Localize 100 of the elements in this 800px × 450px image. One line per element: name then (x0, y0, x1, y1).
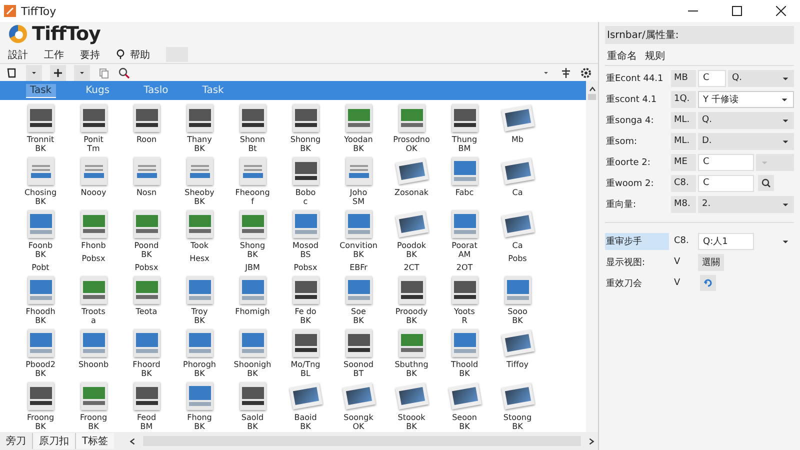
dropdown[interactable]: Y 千修读 (698, 90, 794, 108)
file-item[interactable]: Troy BK (173, 276, 226, 325)
file-item[interactable]: Fhoord BK (120, 329, 173, 378)
file-item[interactable]: Mosod BS Pobsx (279, 210, 332, 272)
file-item[interactable]: Convition BK EBFr (332, 210, 385, 272)
file-item[interactable]: Fhonb Pobsx (67, 210, 120, 272)
close-icon[interactable] (776, 6, 786, 16)
file-item[interactable]: Zosonak (385, 157, 438, 206)
file-item[interactable]: Pbood2 BK (14, 329, 67, 378)
search-icon[interactable] (118, 66, 130, 78)
file-item[interactable]: Soonod BT (332, 329, 385, 378)
file-item[interactable]: Thoold BK (438, 329, 491, 378)
maximize-icon[interactable] (732, 6, 742, 16)
file-item[interactable]: Joho SM (332, 157, 385, 206)
image-file-icon (292, 210, 318, 238)
add-icon[interactable] (50, 64, 66, 80)
option-label[interactable]: 显示视图: (605, 254, 669, 270)
file-item[interactable]: Shoonigh BK (226, 329, 279, 378)
file-item[interactable]: Thung BM (438, 104, 491, 153)
file-item[interactable]: Saold BK (226, 382, 279, 431)
refresh-icon (703, 278, 713, 288)
file-item[interactable]: Mb (491, 104, 544, 153)
panel-tab[interactable]: 重命名 (607, 49, 637, 63)
option-label[interactable]: 重效刀会 (605, 274, 669, 292)
file-item[interactable]: Roon (120, 104, 173, 153)
file-item[interactable]: Shonn Bt (226, 104, 279, 153)
input-field[interactable]: C (698, 70, 726, 86)
search-button[interactable] (758, 175, 774, 191)
menu-item[interactable]: 要持 (80, 48, 100, 62)
file-item[interactable]: Prosodno OK (385, 104, 438, 153)
sheet-tab[interactable]: T标签 (75, 433, 114, 449)
file-item[interactable]: Poodok BK 2CT (385, 210, 438, 272)
file-item[interactable]: Prooody BK (385, 276, 438, 325)
input-field[interactable]: C (698, 154, 754, 170)
file-name: Joho SM (350, 188, 368, 206)
file-item[interactable]: Teota (120, 276, 173, 325)
file-name: Saold BK (241, 413, 264, 431)
file-item[interactable]: Baoid BK (279, 382, 332, 431)
file-item[interactable]: Seoon BK (438, 382, 491, 431)
file-item[interactable]: Tronnit BK (14, 104, 67, 153)
file-item[interactable]: Ca Pobs (491, 210, 544, 272)
dropdown[interactable]: Q. (728, 70, 794, 86)
menu-item[interactable]: 工作 (44, 48, 64, 62)
file-item[interactable]: Ponit Tm (67, 104, 120, 153)
file-item[interactable]: Fe do BK (279, 276, 332, 325)
file-item[interactable]: Fhong BK (173, 382, 226, 431)
file-item[interactable]: Sooo BK (491, 276, 544, 325)
sort-icon[interactable] (560, 66, 572, 78)
panel-tab[interactable]: 规则 (645, 49, 665, 63)
file-item[interactable]: Shonng BK (279, 104, 332, 153)
input-field[interactable]: Q:人1 (698, 232, 754, 250)
file-item[interactable]: Stoong BK (491, 382, 544, 431)
tab[interactable]: Task (26, 84, 56, 98)
file-item[interactable]: Fhomigh (226, 276, 279, 325)
menu-item[interactable]: 設計 (8, 48, 28, 62)
menu-item[interactable]: 帮助 (116, 48, 150, 62)
file-name: Noooy (80, 188, 106, 197)
file-item[interactable]: Thany BK (173, 104, 226, 153)
file-item[interactable]: Poond BK Pobsx (120, 210, 173, 272)
sheet-tab[interactable]: 原刀扣 (32, 433, 75, 449)
file-name: Fabc (455, 188, 474, 197)
file-item[interactable]: Fabc (438, 157, 491, 206)
file-item[interactable]: Chosing BK (14, 157, 67, 206)
file-item[interactable]: Soongk OK (332, 382, 385, 431)
file-item[interactable]: Yoots R (438, 276, 491, 325)
file-item[interactable]: Shong BK JBM (226, 210, 279, 272)
scroll-right-icon[interactable] (587, 436, 596, 446)
file-item[interactable]: Fheoong f (226, 157, 279, 206)
scroll-left-icon[interactable] (128, 436, 138, 446)
file-item[interactable]: Shoonb (67, 329, 120, 378)
file-item[interactable]: Nosn (120, 157, 173, 206)
option-label[interactable]: 重审步手 (605, 232, 669, 250)
file-item[interactable]: Tiffoy (491, 329, 544, 378)
file-item[interactable]: Took Hesx (173, 210, 226, 272)
file-item[interactable]: Froong BK (14, 382, 67, 431)
file-item[interactable]: Mo/Tng BL (279, 329, 332, 378)
scroll-up-icon[interactable] (588, 85, 596, 94)
vertical-scrollbar[interactable] (586, 81, 598, 100)
file-item[interactable]: Stoook BK (385, 382, 438, 431)
select-button[interactable]: 選關 (698, 254, 724, 270)
refresh-button[interactable] (700, 275, 716, 291)
image-file-icon (398, 329, 424, 357)
file-item[interactable]: Phorogh BK (173, 329, 226, 378)
file-item[interactable]: Poorat AM 2OT (438, 210, 491, 272)
file-item[interactable]: Bobo c (279, 157, 332, 206)
file-item[interactable]: Sheoby BK (173, 157, 226, 206)
copy-icon[interactable] (98, 66, 110, 78)
file-item[interactable]: Yoodan BK (332, 104, 385, 153)
file-item[interactable]: Sbuthng BK (385, 329, 438, 378)
new-icon[interactable] (6, 66, 18, 78)
file-item[interactable]: Feod BM (120, 382, 173, 431)
input-field[interactable]: C (698, 174, 754, 192)
file-item[interactable]: Foonb BK Pobt (14, 210, 67, 272)
settings-icon[interactable] (580, 66, 592, 78)
file-item[interactable]: Ca (491, 157, 544, 206)
file-item[interactable]: Troots a (67, 276, 120, 325)
file-item[interactable]: Noooy (67, 157, 120, 206)
file-item[interactable]: Froong BK (67, 382, 120, 431)
file-item[interactable]: Fhoodh BK (14, 276, 67, 325)
file-item[interactable]: Soe BK (332, 276, 385, 325)
